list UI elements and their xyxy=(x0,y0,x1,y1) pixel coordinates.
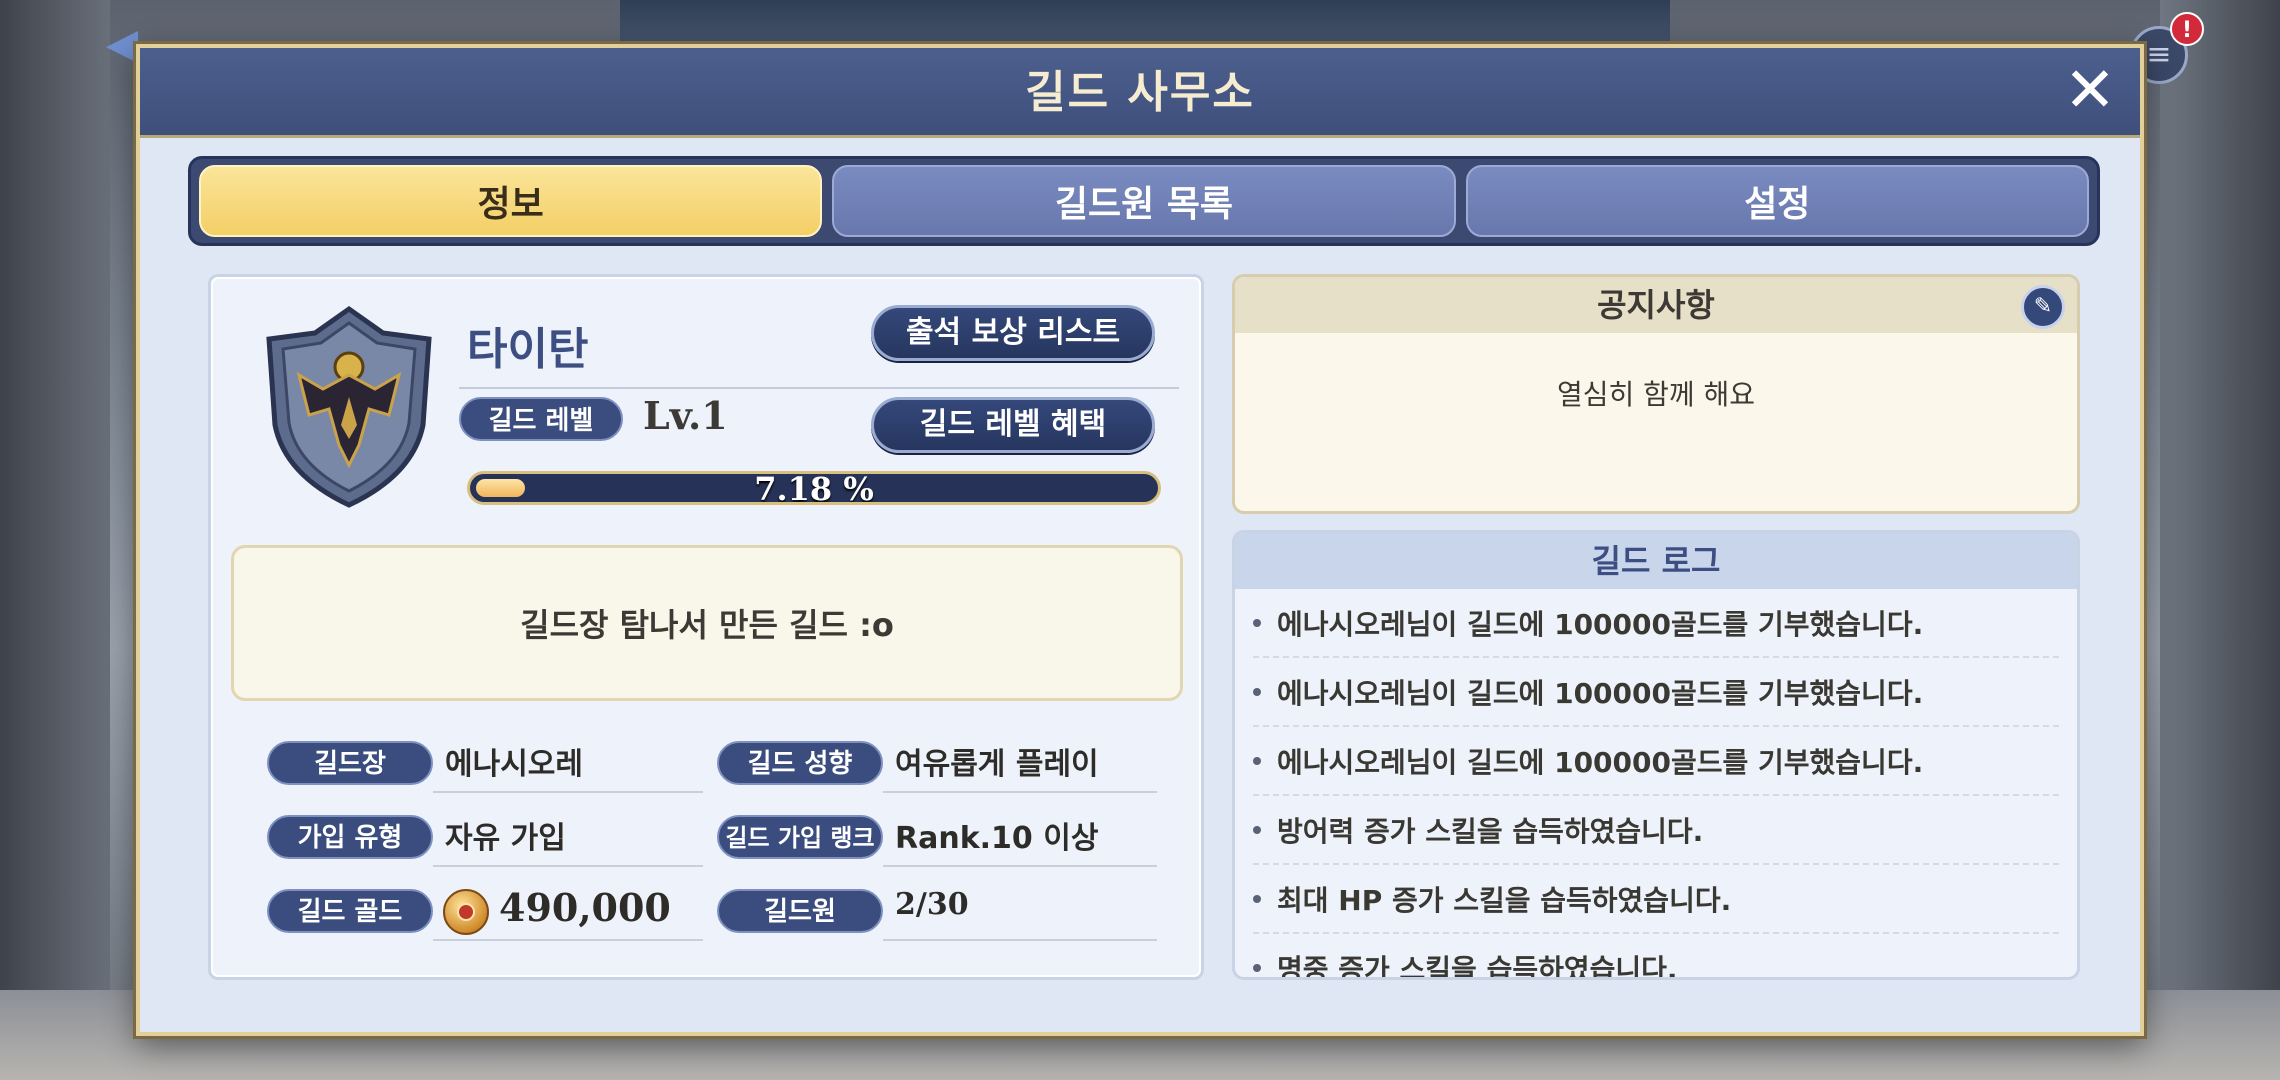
divider xyxy=(459,387,1179,389)
bullet-icon xyxy=(1253,618,1261,627)
log-item: 에나시오레님이 길드에 100000골드를 기부했습니다. xyxy=(1253,727,2059,796)
guild-office-dialog: 길드 사무소 ✕ 정보 길드원 목록 설정 타이탄 출석 보상 리스트 길드 레… xyxy=(136,44,2144,1036)
bullet-icon xyxy=(1253,963,1261,972)
guild-level-benefit-button[interactable]: 길드 레벨 혜택 xyxy=(871,397,1155,453)
info-row: 가입 유형 자유 가입 길드 가입 랭크 Rank.10 이상 xyxy=(267,809,1167,869)
log-item: 에나시오레님이 길드에 100000골드를 기부했습니다. xyxy=(1253,658,2059,727)
notice-title: 공지사항 xyxy=(1235,277,2077,333)
underline xyxy=(433,939,703,941)
guild-exp-percent-text: 7.18 % xyxy=(754,471,874,505)
tab-settings[interactable]: 설정 xyxy=(1465,165,2089,237)
tab-bar: 정보 길드원 목록 설정 xyxy=(188,156,2100,246)
guild-level-label: 길드 레벨 xyxy=(459,397,623,441)
guild-motto-box: 길드장 탐나서 만든 길드 :o xyxy=(231,545,1183,701)
notice-text: 열심히 함께 해요 xyxy=(1556,378,1756,411)
guild-log-panel[interactable]: 길드 로그 에나시오레님이 길드에 100000골드를 기부했습니다. 에나시오… xyxy=(1232,530,2080,980)
guild-log-title: 길드 로그 xyxy=(1235,533,2077,589)
underline xyxy=(433,791,703,793)
guild-gold-label: 길드 골드 xyxy=(267,889,433,933)
log-item: 방어력 증가 스킬을 습득하였습니다. xyxy=(1253,796,2059,865)
guild-gold-value: 490,000 xyxy=(499,885,671,930)
guild-tendency-label: 길드 성향 xyxy=(717,741,883,785)
menu-notification-badge: ! xyxy=(2170,12,2204,46)
guild-emblem-icon xyxy=(263,305,435,509)
background-right-pillar xyxy=(2160,0,2280,1080)
guild-level-value: Lv.1 xyxy=(643,393,728,438)
notice-panel: 공지사항 ✎ 열심히 함께 해요 xyxy=(1232,274,2080,514)
bullet-icon xyxy=(1253,687,1261,696)
pencil-icon[interactable]: ✎ xyxy=(2021,285,2065,329)
underline xyxy=(883,939,1157,941)
background-left-pillar xyxy=(0,0,110,1080)
underline xyxy=(433,865,703,867)
guild-members-label: 길드원 xyxy=(717,889,883,933)
guild-exp-progress-bar: 7.18 % xyxy=(467,471,1161,505)
info-row: 길드장 에나시오레 길드 성향 여유롭게 플레이 xyxy=(267,735,1167,795)
gold-coin-icon xyxy=(443,889,489,935)
info-row: 길드 골드 490,000 길드원 2/30 xyxy=(267,883,1167,943)
join-rank-value: Rank.10 이상 xyxy=(895,821,1099,856)
guild-name: 타이탄 xyxy=(467,324,589,375)
tab-info[interactable]: 정보 xyxy=(199,165,823,237)
join-type-value: 자유 가입 xyxy=(445,821,566,856)
bullet-icon xyxy=(1253,825,1261,834)
guild-motto: 길드장 탐나서 만든 길드 :o xyxy=(520,606,894,644)
dialog-header: 길드 사무소 ✕ xyxy=(140,48,2140,138)
log-item: 최대 HP 증가 스킬을 습득하였습니다. xyxy=(1253,865,2059,934)
dialog-title: 길드 사무소 xyxy=(1025,67,1255,118)
attendance-reward-list-button[interactable]: 출석 보상 리스트 xyxy=(871,305,1155,361)
underline xyxy=(883,865,1157,867)
guild-members-value: 2/30 xyxy=(895,887,969,922)
log-item: 명중 증가 스킬을 습득하였습니다. xyxy=(1253,934,2059,977)
underline xyxy=(883,791,1157,793)
guild-info-panel: 타이탄 출석 보상 리스트 길드 레벨 Lv.1 길드 레벨 혜택 7.18 %… xyxy=(208,274,1204,980)
join-type-label: 가입 유형 xyxy=(267,815,433,859)
bullet-icon xyxy=(1253,894,1261,903)
guild-tendency-value: 여유롭게 플레이 xyxy=(895,747,1099,782)
join-rank-label: 길드 가입 랭크 xyxy=(717,815,883,859)
bullet-icon xyxy=(1253,756,1261,765)
log-item: 에나시오레님이 길드에 100000골드를 기부했습니다. xyxy=(1253,589,2059,658)
guild-master-value: 에나시오레 xyxy=(445,747,583,782)
guild-log-list[interactable]: 에나시오레님이 길드에 100000골드를 기부했습니다. 에나시오레님이 길드… xyxy=(1253,589,2059,977)
guild-master-label: 길드장 xyxy=(267,741,433,785)
tab-member-list[interactable]: 길드원 목록 xyxy=(832,165,1456,237)
close-icon[interactable]: ✕ xyxy=(2058,59,2122,124)
